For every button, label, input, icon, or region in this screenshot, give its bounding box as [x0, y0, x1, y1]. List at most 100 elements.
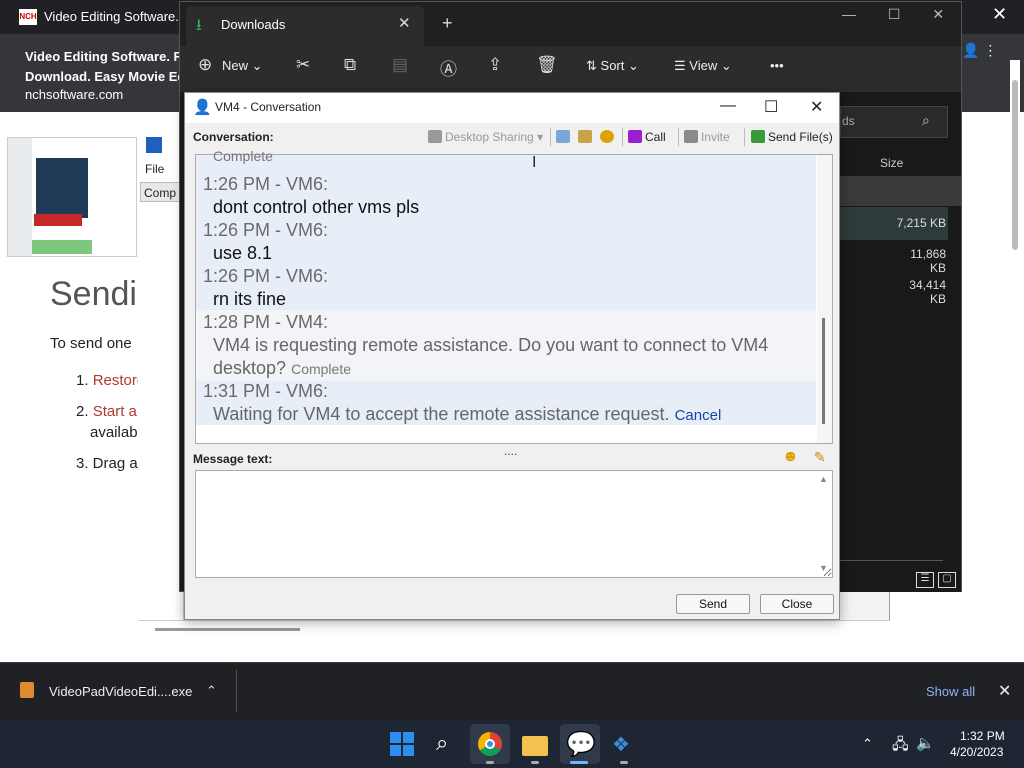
step-2: 2. Start a: [76, 403, 140, 420]
toolbar-separator: [744, 128, 745, 146]
emoticon-icon[interactable]: ☻: [782, 448, 799, 466]
new-label: New: [222, 58, 249, 73]
view-label: View: [689, 58, 718, 73]
chat-scrollbar-thumb[interactable]: [822, 318, 825, 424]
clock-date[interactable]: 4/20/2023: [950, 745, 1003, 759]
running-indicator: [531, 761, 539, 764]
message-text-line2: desktop?: [213, 358, 287, 378]
menu-file[interactable]: File: [145, 162, 164, 176]
network-app-icon[interactable]: ❖: [612, 732, 630, 757]
maximize-button[interactable]: ☐: [764, 97, 778, 117]
tiles-view-icon[interactable]: ▢: [938, 572, 956, 588]
file-explorer-icon[interactable]: [522, 736, 548, 756]
sort-label: Sort: [600, 58, 625, 73]
search-icon[interactable]: ⌕: [436, 730, 448, 756]
send-files-label: Send File(s): [768, 130, 833, 144]
desktop-sharing-button[interactable]: Desktop Sharing ▾: [428, 130, 543, 144]
file-info-icon[interactable]: [578, 130, 595, 144]
view-button[interactable]: ☰ View ⌄: [674, 58, 732, 74]
horizontal-scrollbar[interactable]: [155, 628, 300, 631]
text-cursor-icon: I: [532, 154, 537, 171]
chevron-up-icon[interactable]: ⌃: [206, 683, 217, 699]
more-options-button[interactable]: •••: [770, 58, 784, 73]
settings-gear-icon[interactable]: [600, 130, 617, 144]
tab-close-button[interactable]: ✕: [398, 14, 411, 32]
user-icon: 👤: [193, 99, 212, 116]
chat-app-icon[interactable]: 💬: [566, 730, 596, 759]
details-view-icon[interactable]: ☰: [916, 572, 934, 588]
cut-icon[interactable]: ✂: [296, 55, 310, 75]
format-text-icon[interactable]: ✎: [814, 449, 826, 466]
tab-comp[interactable]: Comp: [140, 182, 184, 202]
call-button[interactable]: Call: [628, 130, 666, 144]
scroll-down-arrow-icon[interactable]: ▼: [819, 563, 828, 573]
message-input[interactable]: [195, 470, 833, 578]
show-all-link[interactable]: Show all: [926, 684, 975, 699]
windows-start-icon[interactable]: [390, 732, 414, 756]
clock-time[interactable]: 1:32 PM: [960, 729, 1005, 743]
chevron-down-icon: ⌄: [628, 58, 639, 73]
sort-button[interactable]: ⇅ Sort ⌄: [586, 58, 639, 74]
download-icon: ⭳: [196, 17, 202, 34]
invite-button[interactable]: Invite: [684, 130, 730, 144]
delete-icon[interactable]: 🗑: [536, 55, 558, 75]
file-info-glyph: [578, 130, 592, 143]
chevron-down-icon: ⌄: [251, 58, 263, 73]
page-heading: Sendin: [50, 275, 140, 313]
network-icon[interactable]: 🖧: [892, 734, 909, 759]
step-1-link[interactable]: Restore: [93, 372, 140, 389]
status-complete: Complete: [213, 148, 273, 164]
size-column-header[interactable]: Size: [880, 156, 903, 170]
message-text: dont control other vms pls: [213, 197, 420, 217]
pane-splitter[interactable]: ....: [504, 444, 517, 458]
profile-and-menu-icons[interactable]: 👤 ⋮: [962, 42, 997, 59]
step-2-link[interactable]: Start a: [93, 403, 137, 420]
cancel-request-link[interactable]: Cancel: [675, 407, 722, 424]
step-1-number: 1.: [76, 372, 89, 389]
message-timestamp: 1:26 PM - VM6:: [203, 220, 329, 240]
desktop-sharing-label: Desktop Sharing: [445, 130, 534, 144]
scrollbar-thumb[interactable]: [1012, 80, 1018, 250]
close-icon[interactable]: ✕: [810, 97, 823, 117]
close-icon[interactable]: ✕: [998, 681, 1011, 701]
call-label: Call: [645, 130, 666, 144]
thumbnail-banner: [36, 158, 88, 218]
waiting-text: Waiting for VM4 to accept the remote ass…: [213, 404, 670, 424]
send-files-button[interactable]: Send File(s): [751, 130, 833, 144]
browser-tab-title[interactable]: Video Editing Software. Fr: [44, 9, 195, 24]
message-timestamp: 1:26 PM - VM6:: [203, 174, 329, 194]
minimize-button[interactable]: —: [720, 97, 736, 115]
close-button[interactable]: Close: [760, 594, 834, 614]
copy-icon[interactable]: ⧉: [344, 55, 356, 75]
search-input[interactable]: [840, 106, 948, 138]
toolbar-separator: [550, 128, 551, 146]
notification-title[interactable]: Video Editing Software. Fr Download. Eas…: [25, 47, 185, 87]
scroll-up-arrow-icon[interactable]: ▲: [819, 474, 828, 484]
paste-icon[interactable]: ▤: [392, 55, 408, 75]
show-hidden-icons-chevron-icon[interactable]: ⌃: [862, 736, 873, 752]
notes-glyph: [556, 130, 570, 143]
divider: [236, 670, 237, 712]
toolbar-separator: [678, 128, 679, 146]
send-button[interactable]: Send: [676, 594, 750, 614]
installer-file-icon: [20, 682, 34, 698]
step-1: 1. Restore: [76, 372, 140, 389]
volume-icon[interactable]: 🔈: [916, 734, 935, 752]
running-indicator: [620, 761, 628, 764]
new-button[interactable]: New ⌄: [222, 58, 263, 74]
rename-icon[interactable]: Ⓐ: [440, 55, 457, 80]
thumbnail-promo: [32, 240, 92, 254]
step-3: 3. Drag a: [76, 455, 138, 472]
new-plus-icon[interactable]: ⊕: [198, 55, 212, 75]
message-text-continued: desktop? Complete: [213, 358, 351, 379]
new-tab-button[interactable]: +: [442, 13, 453, 34]
explorer-window-controls[interactable]: — ☐ ✕: [842, 6, 944, 23]
browser-close-button[interactable]: ✕: [992, 4, 1007, 25]
share-icon[interactable]: ⇪: [488, 55, 502, 75]
download-item-name[interactable]: VideoPadVideoEdi....exe: [49, 684, 192, 699]
search-icon[interactable]: ⌕: [922, 112, 930, 129]
status-complete: Complete: [291, 361, 351, 377]
page-intro-text: To send one: [50, 335, 132, 352]
notes-icon[interactable]: [556, 130, 573, 144]
chrome-icon[interactable]: [478, 732, 502, 756]
